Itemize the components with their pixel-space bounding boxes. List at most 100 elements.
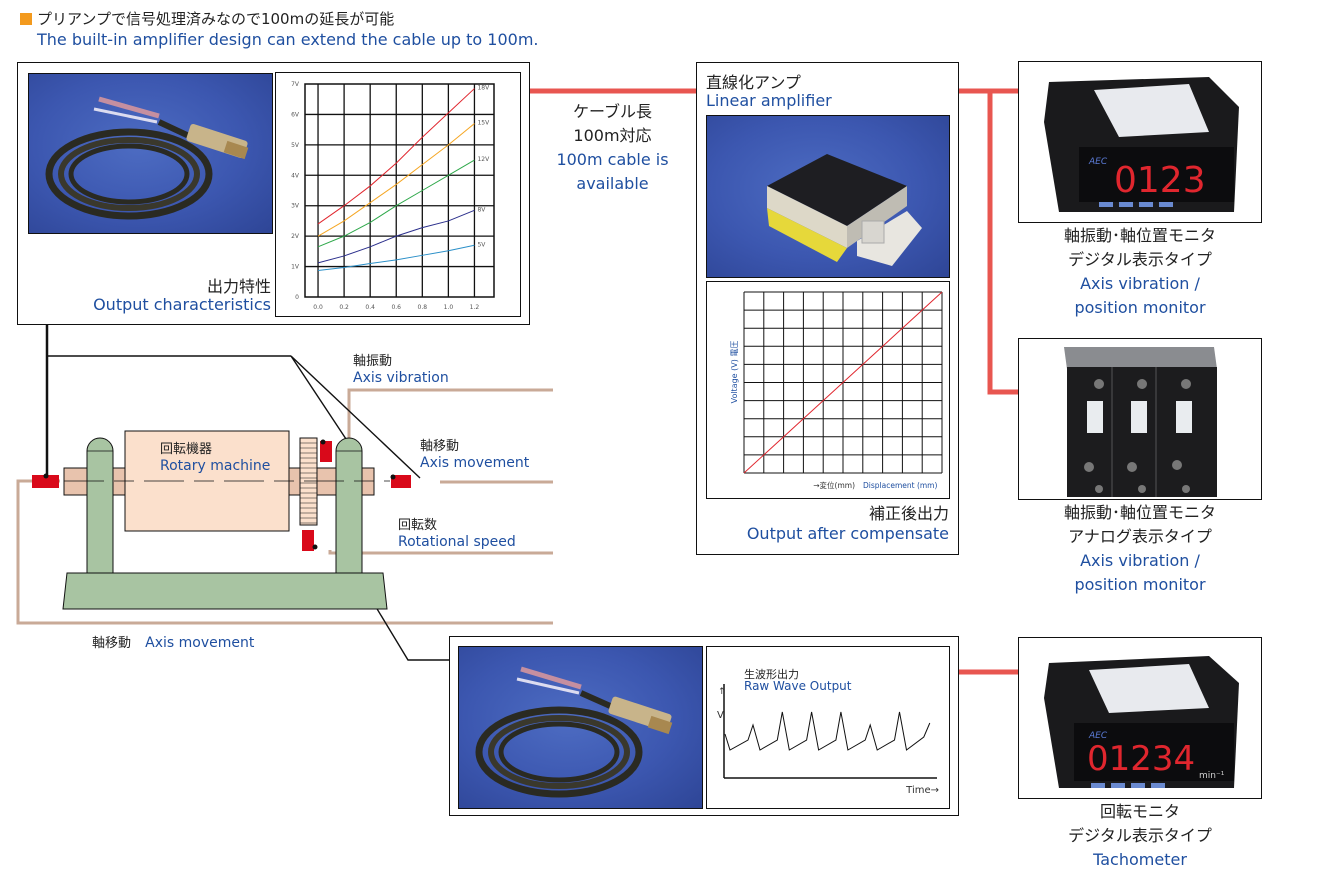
x-tick-label: 0.0 <box>313 304 323 311</box>
cable-note-jp2: 100m対応 <box>573 126 652 145</box>
cable-note-en1: 100m cable is <box>556 150 669 169</box>
tachometer-display: 01234 <box>1087 739 1195 779</box>
sensor-speed <box>302 530 314 551</box>
raw-wave-panel: 生波形出力 Raw Wave Output ↑ V Time→ <box>449 636 959 816</box>
analog-rack-monitor-icon <box>1064 347 1217 497</box>
monitor1-caption-jp1: 軸振動･軸位置モニタ <box>1063 226 1216 245</box>
gear-wheel <box>299 437 318 526</box>
monitor1-brand: AEC <box>1088 157 1108 167</box>
label-movement-right: 軸移動 Axis movement <box>420 439 529 471</box>
cable-note-en2: available <box>576 174 649 193</box>
label-movement-bottom: 軸移動 Axis movement <box>92 632 254 651</box>
amplifier-title-en: Linear amplifier <box>706 91 832 110</box>
x-tick-label: 0.2 <box>339 304 349 311</box>
label-movement-bottom-jp: 軸移動 <box>92 636 132 651</box>
label-speed: 回転数 Rotational speed <box>398 518 516 550</box>
x-tick-label: 0.6 <box>391 304 401 311</box>
monitor-analog-axis-photo <box>1018 338 1262 500</box>
y-axis-label: V <box>717 710 724 721</box>
sensor-photo-2 <box>458 646 703 809</box>
sensor-caption-en: Output characteristics <box>93 295 271 314</box>
compensated-output-svg: Voltage (V) 電圧 →変位(mm) Displacement (mm) <box>730 291 943 490</box>
x-axis-label-en: Displacement (mm) <box>863 481 937 490</box>
monitor2-caption-en1: Axis vibration / <box>1080 551 1200 570</box>
linear-amplifier-icon <box>767 154 922 266</box>
y-tick-label: 0 <box>295 294 299 301</box>
tachometer-unit: min⁻¹ <box>1199 771 1225 781</box>
y-tick-label: 7V <box>291 81 300 88</box>
label-speed-jp: 回転数 <box>398 518 438 533</box>
y-tick-label: 5V <box>291 142 300 149</box>
proximity-sensor-icon <box>45 96 249 220</box>
red-line-to-monitor2 <box>987 91 1019 395</box>
monitor2-caption-jp2: アナログ表示タイプ <box>1068 527 1212 546</box>
label-vibration-en: Axis vibration <box>353 370 449 386</box>
cable-note: ケーブル長 100m対応 100m cable is available <box>535 100 690 196</box>
label-vibration-jp: 軸振動 <box>353 354 393 369</box>
tachometer-caption: 回転モニタ デジタル表示タイプ Tachometer <box>1018 800 1262 872</box>
raw-wave-svg: ↑ V Time→ <box>717 684 939 796</box>
y-tick-label: 6V <box>291 111 300 118</box>
sensor-panel: 出力特性 Output characteristics 0.0 0.2 0.4 0.6… <box>17 62 530 325</box>
tachometer-meter-icon: AEC 01234 min⁻¹ <box>1044 656 1239 788</box>
monitor-digital-axis-photo: AEC 0123 <box>1018 61 1262 223</box>
series-label-8V: 8V <box>477 206 486 213</box>
monitor1-display: 0123 <box>1114 160 1206 201</box>
series-label-12V: 12V <box>477 156 490 163</box>
raw-wave-line <box>724 711 931 751</box>
y-tick-label: 4V <box>291 172 300 179</box>
monitor2-caption-en2: position monitor <box>1074 575 1206 594</box>
tachometer-photo: AEC 01234 min⁻¹ <box>1018 637 1262 799</box>
tachometer-caption-jp2: デジタル表示タイプ <box>1068 826 1212 845</box>
label-machine-jp: 回転機器 <box>160 442 213 457</box>
raw-wave-chart: 生波形出力 Raw Wave Output ↑ V Time→ <box>706 646 950 809</box>
digital-panel-meter-icon: AEC 0123 <box>1044 77 1239 212</box>
series-label-5V: 5V <box>477 241 486 248</box>
output-characteristics-chart: 0.0 0.2 0.4 0.6 0.8 1.0 1.2 0 1V 2V 3V 4V 5V 6V 7V 18V 1… <box>275 72 521 317</box>
sensor-caption-jp: 出力特性 <box>206 277 271 296</box>
amplifier-title-jp: 直線化アンプ <box>706 73 801 92</box>
label-machine-en: Rotary machine <box>160 458 271 474</box>
monitor2-caption-jp1: 軸振動･軸位置モニタ <box>1063 503 1216 522</box>
right-stand <box>335 437 363 574</box>
sensor-photo <box>28 73 273 234</box>
monitor2-caption: 軸振動･軸位置モニタ アナログ表示タイプ Axis vibration / po… <box>1018 501 1262 597</box>
y-axis-arrow-icon: ↑ <box>718 687 726 697</box>
x-tick-label: 1.2 <box>470 304 480 311</box>
monitor1-caption: 軸振動･軸位置モニタ デジタル表示タイプ Axis vibration / po… <box>1018 224 1262 320</box>
label-movement-bottom-en: Axis movement <box>145 635 255 651</box>
cable-note-jp1: ケーブル長 <box>572 102 653 121</box>
x-tick-label: 0.4 <box>365 304 375 311</box>
label-movement-right-en: Axis movement <box>420 455 530 471</box>
label-vibration: 軸振動 Axis vibration <box>353 354 449 386</box>
machine-base <box>62 572 388 610</box>
output-characteristics-svg: 0.0 0.2 0.4 0.6 0.8 1.0 1.2 0 1V 2V 3V 4V 5V 6V 7V 18V 1… <box>291 81 495 311</box>
left-stand <box>86 437 114 574</box>
proximity-sensor-icon-2 <box>475 666 673 798</box>
monitor1-caption-en1: Axis vibration / <box>1080 274 1200 293</box>
x-tick-label: 1.0 <box>444 304 454 311</box>
amplifier-caption-en: Output after compensate <box>746 524 949 543</box>
amplifier-photo <box>706 115 950 278</box>
series-label-15V: 15V <box>477 120 490 127</box>
plot-frame <box>304 83 495 298</box>
series-label-18V: 18V <box>477 85 490 92</box>
label-machine: 回転機器 Rotary machine <box>160 442 270 474</box>
amplifier-caption-jp: 補正後出力 <box>868 504 949 523</box>
label-speed-en: Rotational speed <box>398 534 516 550</box>
x-axis-label: Time→ <box>905 785 939 796</box>
y-tick-label: 1V <box>291 264 300 271</box>
y-axis-label: Voltage (V) 電圧 <box>730 341 739 404</box>
monitor1-caption-en2: position monitor <box>1074 298 1206 317</box>
x-axis-label-jp: →変位(mm) <box>813 480 855 490</box>
monitor1-caption-jp2: デジタル表示タイプ <box>1068 250 1212 269</box>
label-movement-right-jp: 軸移動 <box>420 439 460 454</box>
tachometer-caption-jp1: 回転モニタ <box>1099 802 1180 821</box>
amplifier-panel: 直線化アンプ Linear amplifier Voltage (V) 電圧 →変… <box>696 62 959 555</box>
y-tick-label: 2V <box>291 233 300 240</box>
x-tick-label: 0.8 <box>418 304 428 311</box>
tachometer-caption-en1: Tachometer <box>1093 850 1187 869</box>
y-tick-label: 3V <box>291 203 300 210</box>
rotary-machine-diagram <box>32 430 411 610</box>
compensated-output-chart: Voltage (V) 電圧 →変位(mm) Displacement (mm) <box>706 281 950 499</box>
